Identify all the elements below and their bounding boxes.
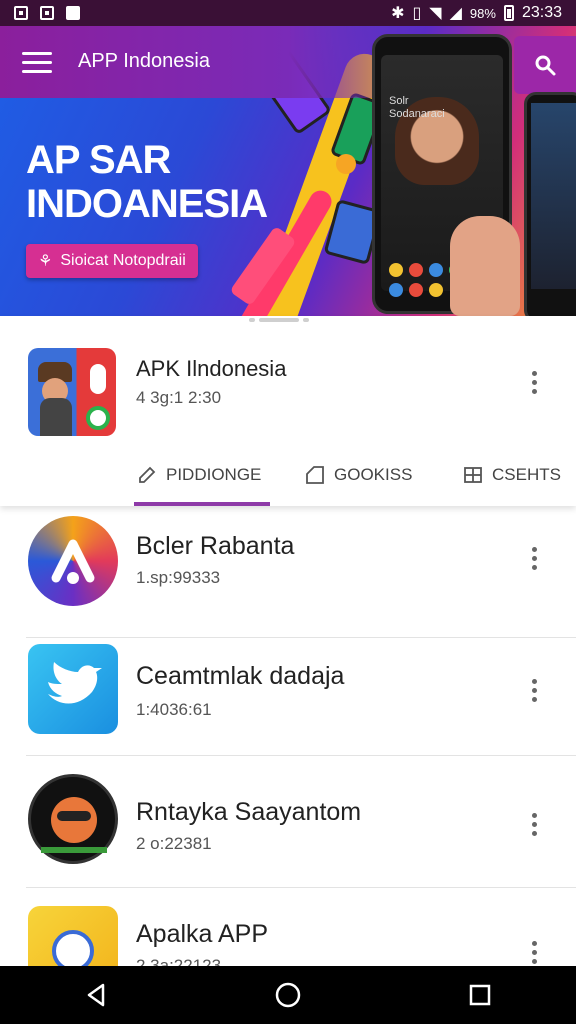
back-icon [87,983,105,1007]
home-button[interactable] [258,966,318,1024]
more-options-icon[interactable] [524,672,544,708]
list-item-title: Apalka APP [136,920,269,948]
hero-cta-button[interactable]: ⚘ Sioicat Notopdraii [26,244,198,278]
list-item[interactable]: Apalka APP 2 3a:22123 [0,888,576,966]
list-item-title: Rntayka Saayantom [136,798,362,826]
list-item-meta: 2 3a:22123 [136,956,222,966]
vibrate-icon: ▯ [412,5,422,22]
clock: 23:33 [521,4,562,21]
notification-icon [66,6,80,20]
hero-title-line: INDOANESIA [26,182,268,226]
search-icon [535,55,556,76]
list-item-title: Bcler Rabanta [136,532,295,560]
tab-label: CSEHTS [492,465,561,484]
list-item-title: Ceamtmlak dadaja [136,662,345,690]
app-icon [28,348,116,436]
app-name: APK Ilndonesia [136,356,287,381]
tab-label: GOOKISS [334,465,413,484]
tag-icon [306,466,324,484]
more-options-icon[interactable] [524,540,544,576]
notification-icon [14,6,28,20]
status-bar: ✱ ▯ ◥ ◢ 98% 23:33 [0,0,576,26]
list-item[interactable]: Rntayka Saayantom 2 o:22381 [0,756,576,888]
list-item[interactable]: Ceamtmlak dadaja 1:4036:61 [0,624,576,756]
system-icons: ✱ ▯ ◥ ◢ 98% 23:33 [391,3,562,23]
tab-gookiss[interactable]: GOOKISS [270,444,420,506]
battery-icon [503,5,514,21]
more-options-icon[interactable] [524,364,544,400]
hamburger-menu-icon[interactable] [22,52,52,76]
pencil-icon [139,466,156,483]
phone-screen-text: Solr Sodanaraci [389,95,445,120]
list-item-meta: 1:4036:61 [136,700,212,719]
app-icon [28,644,118,734]
signal-icon: ◢ [449,5,462,22]
home-icon [275,982,301,1008]
app-meta: 4 3g:1 2:30 [136,388,222,407]
app-header-card: APK Ilndonesia 4 3g:1 2:30 PIDDIONGE GOO… [0,316,576,506]
recents-icon [469,984,491,1006]
list-item-meta: 2 o:22381 [136,834,212,853]
toolbar-title: APP Indonesia [78,50,210,72]
hero-cta-label: Sioicat Notopdraii [60,252,186,269]
hand-image [450,216,520,316]
gift-icon: ⚘ [38,253,53,270]
app-icon [28,774,118,864]
grid-icon [464,467,482,483]
tab-csehts[interactable]: CSEHTS [420,444,570,506]
app-icon [28,516,118,606]
list-item-meta: 1.sp:99333 [136,568,221,587]
notification-icon [40,6,54,20]
bluetooth-icon: ✱ [391,5,405,22]
list-item[interactable]: Bcler Rabanta 1.sp:99333 [0,506,576,638]
hero-title-line: AP SAR [26,138,171,182]
wifi-icon: ◥ [429,5,442,22]
battery-percent: 98% [469,5,496,21]
app-list: Bcler Rabanta 1.sp:99333 Ceamtmlak dadaj… [0,506,576,966]
tab-piddionge[interactable]: PIDDIONGE [130,444,270,506]
tab-bar: PIDDIONGE GOOKISS CSEHTS [130,444,570,506]
back-button[interactable] [66,966,126,1024]
hero-title: AP SAR INDOANESIA [26,138,326,226]
drag-handle[interactable] [246,318,312,322]
tab-label: PIDDIONGE [166,465,262,484]
app-icon [28,906,118,966]
recents-button[interactable] [450,966,510,1024]
hero-banner[interactable]: APP Indonesia AP SAR INDOANESIA ⚘ Sioica… [0,26,576,316]
hero-phone-image-secondary [524,92,576,316]
decorative-dot [336,154,356,174]
more-options-icon[interactable] [524,806,544,842]
search-button[interactable] [514,36,576,94]
more-options-icon[interactable] [524,934,544,966]
system-navigation-bar [0,966,576,1024]
notification-icons [14,6,80,20]
